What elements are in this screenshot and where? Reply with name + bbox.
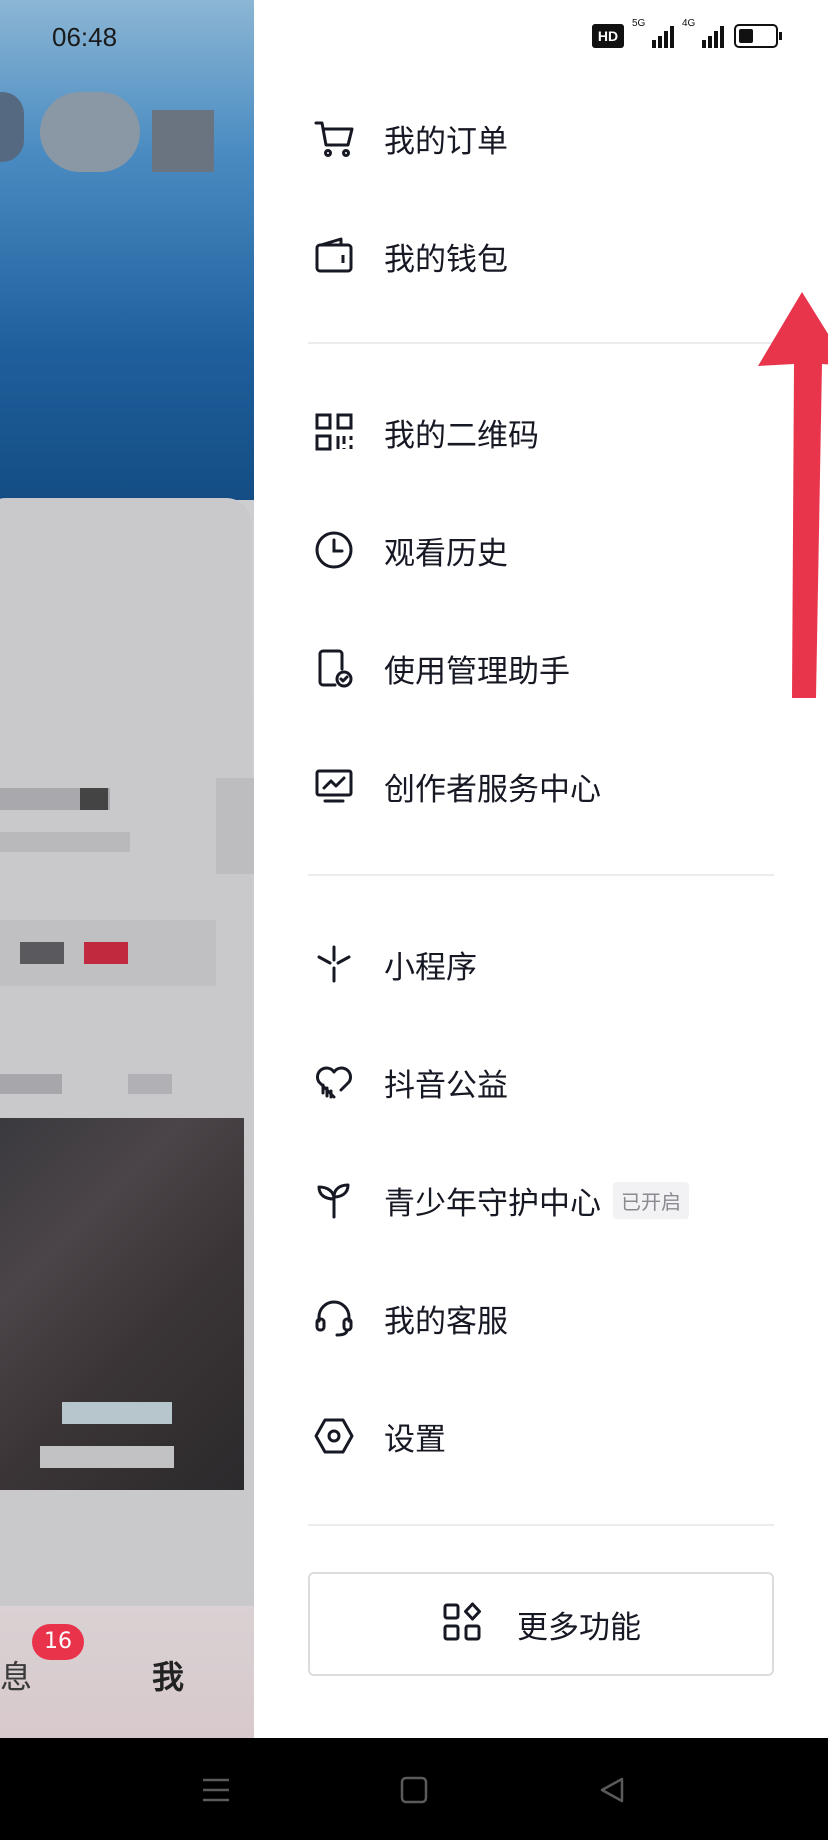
battery-icon (734, 24, 782, 48)
signal-5g-icon: 5G (632, 18, 674, 48)
divider (308, 874, 774, 876)
menu-item-label: 我的二维码 (384, 417, 539, 454)
more-features-button[interactable]: 更多功能 (308, 1572, 774, 1676)
signal-4g-icon: 4G (682, 18, 724, 48)
menu-item-label: 我的订单 (384, 123, 508, 160)
menu-lines-icon[interactable] (192, 1766, 240, 1814)
blurred-block (0, 92, 24, 162)
mini-program-icon (312, 942, 356, 986)
blurred-banner (0, 0, 254, 500)
blurred-block (84, 942, 128, 964)
menu-item-label: 青少年守护中心 (384, 1185, 601, 1222)
menu-item-label: 创作者服务中心 (384, 771, 601, 808)
menu-item-customer-service[interactable]: 我的客服 (312, 1288, 508, 1348)
divider (308, 1524, 774, 1526)
more-features-label: 更多功能 (517, 1609, 641, 1646)
headset-icon (312, 1296, 356, 1340)
blurred-block (0, 1074, 62, 1094)
blurred-block (0, 832, 130, 852)
phone-check-icon (312, 646, 356, 690)
blurred-block (62, 1402, 172, 1424)
menu-item-wallet[interactable]: 我的钱包 (312, 226, 508, 286)
status-badge: 已开启 (613, 1181, 689, 1219)
red-arrow-annotation (758, 292, 828, 698)
tab-me[interactable]: 我 (152, 1652, 184, 1698)
messages-badge: 16 (32, 1624, 84, 1660)
menu-item-charity[interactable]: 抖音公益 (312, 1052, 508, 1112)
menu-item-youth-guard[interactable]: 青少年守护中心 已开启 (312, 1170, 689, 1230)
menu-item-settings[interactable]: 设置 (312, 1406, 446, 1466)
blurred-block (20, 942, 64, 964)
hd-icon: HD (592, 24, 624, 48)
blurred-block (80, 788, 108, 810)
background-tab-bar (0, 1606, 254, 1738)
heart-hand-icon (312, 1060, 356, 1104)
sprout-icon (312, 1178, 356, 1222)
system-nav-bar (0, 1738, 828, 1840)
menu-item-label: 设置 (384, 1421, 446, 1458)
menu-item-watch-history[interactable]: 观看历史 (312, 520, 508, 580)
menu-item-label: 使用管理助手 (384, 653, 570, 690)
cart-icon (312, 116, 356, 160)
status-bar-icons: HD 5G 4G (592, 18, 782, 48)
menu-item-label: 小程序 (384, 949, 477, 986)
menu-item-mini-programs[interactable]: 小程序 (312, 934, 477, 994)
wallet-icon (312, 234, 356, 278)
grid-plus-icon (441, 1601, 483, 1647)
status-time: 06:48 (52, 22, 118, 52)
back-triangle-icon[interactable] (588, 1766, 636, 1814)
clock-icon (312, 528, 356, 572)
menu-item-label: 抖音公益 (384, 1067, 508, 1104)
menu-item-label: 我的客服 (384, 1303, 508, 1340)
menu-item-usage-assistant[interactable]: 使用管理助手 (312, 638, 570, 698)
menu-item-qr-code[interactable]: 我的二维码 (312, 402, 539, 462)
qr-code-icon (312, 410, 356, 454)
blurred-block (40, 92, 140, 172)
tab-messages[interactable]: 息 (0, 1652, 32, 1698)
blurred-block (152, 110, 214, 172)
side-drawer: HD 5G 4G 我的订单 我的钱包 我的二维码 观看历史 使用管理助手 创作者… (254, 0, 828, 1738)
menu-item-label: 观看历史 (384, 535, 508, 572)
blurred-photo (0, 1118, 244, 1490)
background-content: 06:48 16 息 我 (0, 0, 254, 1738)
home-square-icon[interactable] (390, 1766, 438, 1814)
blurred-block (216, 778, 254, 874)
blurred-block (40, 1446, 174, 1468)
settings-hex-icon (312, 1414, 356, 1458)
menu-item-orders[interactable]: 我的订单 (312, 108, 508, 168)
menu-item-label: 我的钱包 (384, 241, 508, 278)
monitor-chart-icon (312, 764, 356, 808)
divider (308, 342, 774, 344)
menu-item-creator-center[interactable]: 创作者服务中心 (312, 756, 601, 816)
blurred-block (128, 1074, 172, 1094)
